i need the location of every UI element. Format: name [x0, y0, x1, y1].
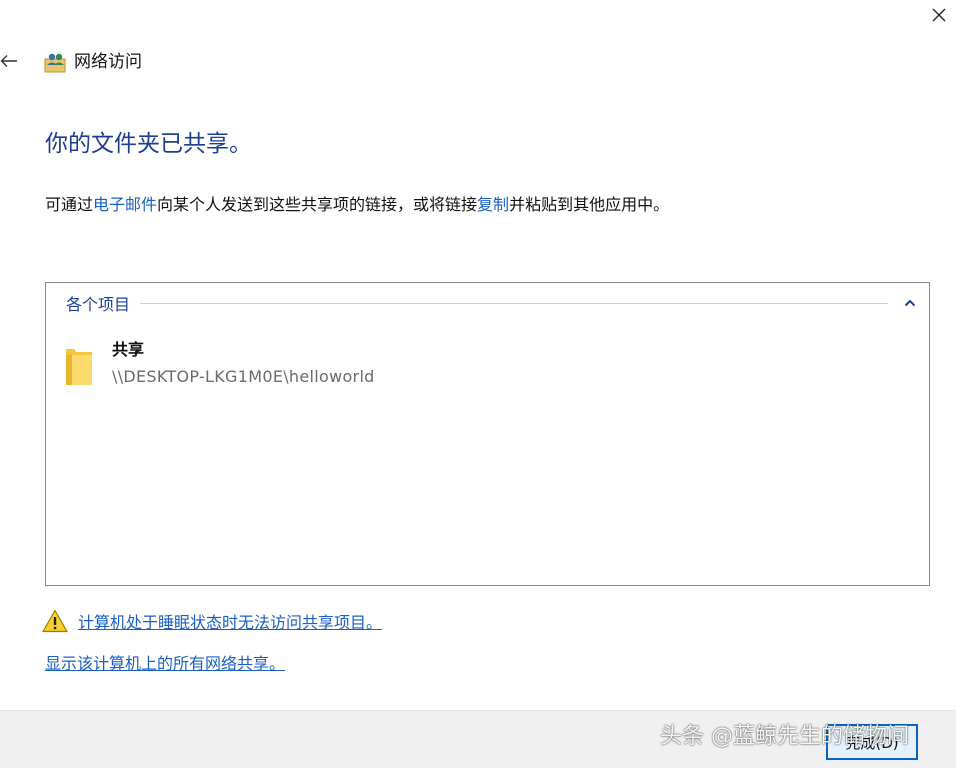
close-icon: [932, 8, 946, 22]
network-users-icon: [44, 53, 66, 73]
group-label: 各个项目: [66, 295, 131, 314]
finish-button[interactable]: 完成(D): [826, 724, 918, 760]
email-link[interactable]: 电子邮件: [93, 195, 157, 214]
back-button[interactable]: [0, 46, 24, 76]
show-all-shares-link[interactable]: 显示该计算机上的所有网络共享。: [45, 650, 285, 674]
chevron-up-icon: [904, 299, 916, 307]
share-description: 可通过电子邮件向某个人发送到这些共享项的链接，或将链接复制并粘贴到其他应用中。: [45, 193, 669, 217]
share-path: \\DESKTOP-LKG1M0E\helloworld: [112, 367, 375, 386]
description-text-3: 并粘贴到其他应用中。: [509, 195, 670, 214]
network-access-dialog: 网络访问 你的文件夹已共享。 可通过电子邮件向某个人发送到这些共享项的链接，或将…: [0, 0, 956, 768]
group-header: 各个项目: [66, 291, 918, 315]
description-text-1: 可通过: [45, 195, 94, 214]
shared-items-list: 各个项目 共享 \\DESKTOP-LKG1M0E\helloworld: [45, 282, 930, 586]
copy-link[interactable]: 复制: [477, 195, 509, 214]
warning-icon: [42, 609, 68, 633]
description-text-2: 向某个人发送到这些共享项的链接，或将链接: [157, 195, 478, 214]
list-item[interactable]: 共享 \\DESKTOP-LKG1M0E\helloworld: [64, 339, 664, 391]
close-button[interactable]: [922, 0, 956, 30]
page-heading: 你的文件夹已共享。: [45, 131, 252, 157]
window-title: 网络访问: [74, 52, 142, 72]
dialog-footer: [0, 710, 956, 768]
folder-icon: [66, 349, 92, 385]
sleep-warning-link[interactable]: 计算机处于睡眠状态时无法访问共享项目。: [78, 609, 382, 633]
share-name: 共享: [112, 340, 145, 359]
collapse-group-button[interactable]: [902, 295, 918, 311]
sleep-warning-row: 计算机处于睡眠状态时无法访问共享项目。: [42, 608, 382, 634]
back-arrow-icon: [0, 55, 17, 67]
group-divider: [140, 302, 888, 304]
